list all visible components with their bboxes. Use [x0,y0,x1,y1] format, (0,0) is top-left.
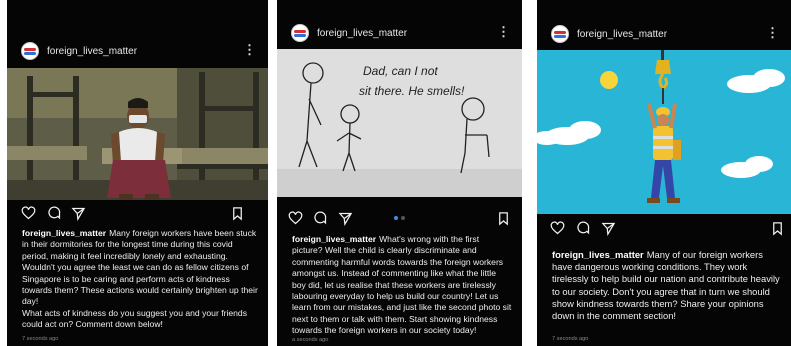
more-vertical-icon[interactable]: ⋮ [766,25,779,41]
post-header: foreign_lives_matter ⋮ [277,20,522,46]
post-timestamp: a seconds ago [292,337,329,343]
bookmark-icon[interactable] [769,220,785,236]
avatar[interactable] [291,24,309,42]
post-header: foreign_lives_matter ⋮ [537,21,791,47]
carousel-dot-active[interactable] [394,216,398,220]
more-vertical-icon[interactable]: ⋮ [497,24,510,40]
post-image [7,68,268,200]
post-caption: foreign_lives_matter What's wrong with th… [292,234,512,337]
carousel-indicator [394,216,405,220]
comment-icon[interactable] [312,210,328,226]
caption-username[interactable]: foreign_lives_matter [292,234,376,244]
comment-icon[interactable] [46,205,62,221]
post-timestamp: 7 seconds ago [22,336,59,342]
caption-text-extra: What acts of kindness do you suggest you… [22,307,247,330]
post-caption: foreign_lives_matter Many of our foreign … [552,249,785,322]
bookmark-icon[interactable] [495,210,511,226]
caption-text: What's wrong with the first picture? Wel… [292,234,512,336]
post-caption: foreign_lives_matter Many foreign workers… [22,228,258,331]
send-icon[interactable] [600,220,616,236]
post-actions [7,205,268,223]
caption-username[interactable]: foreign_lives_matter [552,249,644,260]
heart-icon[interactable] [20,205,36,221]
more-vertical-icon[interactable]: ⋮ [243,42,256,58]
post-actions [537,220,791,238]
post-timestamp: 7 seconds ago [552,336,589,342]
post-2: foreign_lives_matter ⋮ Dad, can I not si… [277,0,522,346]
post-username[interactable]: foreign_lives_matter [47,46,137,57]
comment-icon[interactable] [575,220,591,236]
send-icon[interactable] [337,210,353,226]
post-image: Dad, can I not sit there. He smells! [277,49,522,197]
dormitory-illustration [7,68,268,200]
drawing-speech-line-2: sit there. He smells! [359,84,465,98]
bookmark-icon[interactable] [229,205,245,221]
post-3: foreign_lives_matter ⋮ foreign_lives_mat… [537,0,791,346]
post-header: foreign_lives_matter ⋮ [7,38,268,64]
post-username[interactable]: foreign_lives_matter [577,29,667,40]
caption-text: Many foreign workers have been stuck in … [22,228,258,307]
drawing-speech-line-1: Dad, can I not [363,64,438,78]
stick-figure-drawing: Dad, can I not sit there. He smells! [277,49,522,197]
carousel-dot[interactable] [401,216,405,220]
heart-icon[interactable] [549,220,565,236]
construction-worker-illustration [537,50,791,214]
avatar[interactable] [21,42,39,60]
post-image [537,50,791,214]
heart-icon[interactable] [287,210,303,226]
post-username[interactable]: foreign_lives_matter [317,28,407,39]
avatar[interactable] [551,25,569,43]
post-1: foreign_lives_matter ⋮ foreign_lives_mat… [7,0,268,346]
send-icon[interactable] [70,205,86,221]
caption-username[interactable]: foreign_lives_matter [22,228,106,238]
